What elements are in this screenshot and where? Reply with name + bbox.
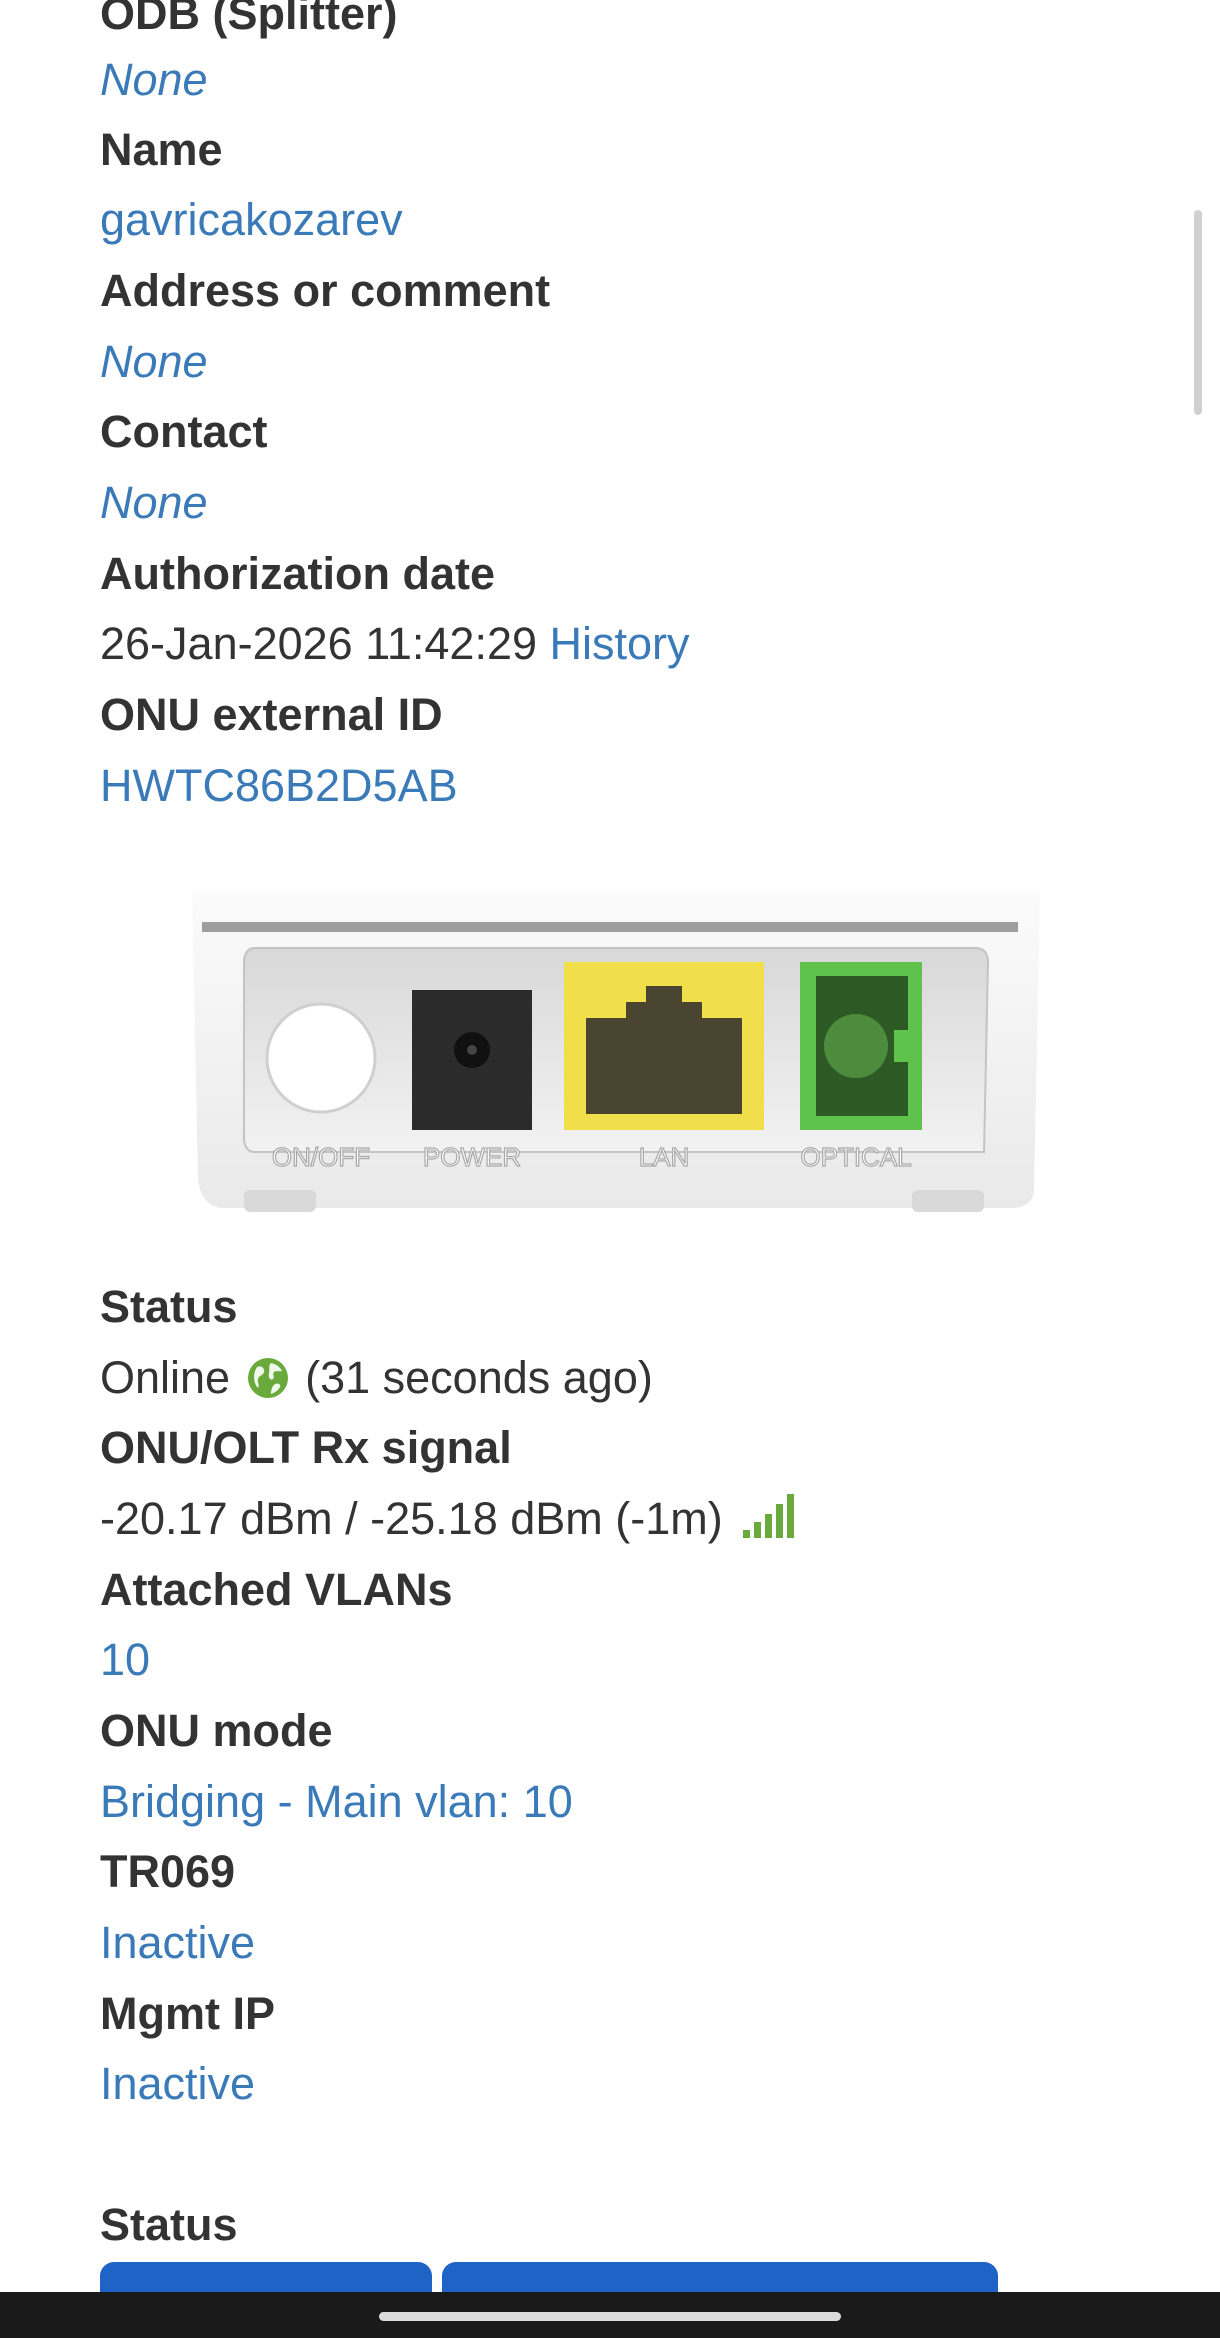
home-indicator[interactable] (379, 2312, 841, 2321)
contact-label: Contact (100, 406, 268, 457)
status-label: Status (100, 1281, 238, 1332)
lan-port-label: LAN (639, 1142, 690, 1172)
mgmt-ip-value[interactable]: Inactive (100, 2056, 255, 2112)
globe-icon (247, 1358, 288, 1398)
rx-signal-label: ONU/OLT Rx signal (100, 1422, 512, 1473)
history-link[interactable]: History (550, 618, 690, 669)
mode-label: ONU mode (100, 1705, 333, 1756)
contact-value[interactable]: None (100, 475, 208, 531)
mode-value[interactable]: Bridging - Main vlan: 10 (100, 1774, 573, 1830)
mgmt-ip-label: Mgmt IP (100, 1988, 275, 2039)
address-label: Address or comment (100, 265, 551, 316)
status-row: Online (31 seconds ago) (100, 1350, 653, 1406)
tr069-label: TR069 (100, 1846, 236, 1897)
name-value[interactable]: gavricakozarev (100, 192, 403, 248)
status-section-heading: Status (100, 2199, 238, 2250)
external-id-value[interactable]: HWTC86B2D5AB (100, 758, 458, 814)
on-off-port-label: ON/OFF (272, 1142, 370, 1172)
vlans-value[interactable]: 10 (100, 1632, 150, 1688)
auth-date-row: 26-Jan-2026 11:42:29 History (100, 616, 690, 672)
odb-value[interactable]: None (100, 52, 208, 108)
power-switch (265, 1002, 377, 1114)
onu-rear-panel: ON/OFF POWER LAN OPTICAL (192, 890, 1040, 1212)
onu-device-image: ON/OFF POWER LAN OPTICAL (188, 890, 1040, 1225)
external-id-label: ONU external ID (100, 689, 443, 740)
name-label: Name (100, 124, 223, 175)
power-port-label: POWER (423, 1142, 521, 1172)
scrollbar[interactable] (1194, 210, 1202, 415)
tr069-value[interactable]: Inactive (100, 1915, 255, 1971)
status-ago-text: (31 seconds ago) (305, 1352, 653, 1403)
auth-date-value: 26-Jan-2026 11:42:29 (100, 618, 538, 669)
status-online-text: Online (100, 1352, 231, 1403)
odb-label: ODB (Splitter) (100, 0, 398, 39)
optical-port-label: OPTICAL (800, 1142, 911, 1172)
rx-signal-row: -20.17 dBm / -25.18 dBm (-1m) (100, 1491, 795, 1547)
signal-bars-icon (743, 1494, 795, 1538)
vlans-label: Attached VLANs (100, 1564, 453, 1615)
address-value[interactable]: None (100, 334, 208, 390)
auth-date-label: Authorization date (100, 548, 495, 599)
rx-signal-value: -20.17 dBm / -25.18 dBm (-1m) (100, 1493, 723, 1544)
